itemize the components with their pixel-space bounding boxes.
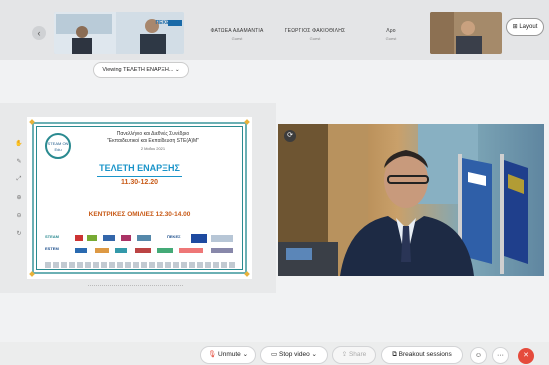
ceremony-title: ΤΕΛΕΤΗ ΕΝΑΡΞΗΣ xyxy=(99,163,180,173)
fine-print xyxy=(45,262,235,268)
stop-video-label: Stop video xyxy=(278,351,310,358)
video-thumbnail xyxy=(430,12,502,54)
participant-status: Guest xyxy=(309,36,321,41)
chevron-left-icon[interactable]: ‹ xyxy=(32,26,46,40)
corner-ornament xyxy=(244,271,250,277)
reactions-button[interactable]: ☺ xyxy=(470,347,487,364)
rotate-icon[interactable]: ↻ xyxy=(15,230,23,238)
viewing-label: Viewing ΤΕΛΕΤΗ ΕΝΑΡΞΗ... xyxy=(102,67,174,73)
zoom-in-icon[interactable]: ⊕ xyxy=(15,194,23,202)
layout-icon: ⊞ xyxy=(512,24,518,30)
share-label: Share xyxy=(348,351,367,358)
sponsor-logos: STEAM ΠΕΚΕΣ ESTEM xyxy=(45,234,235,260)
layout-button[interactable]: ⊞ Layout xyxy=(506,18,544,36)
record-icon[interactable]: ⟳ xyxy=(284,130,296,142)
participant-name: ΦΑΤΩΕΑ ΑΔΑΜΑΝΤΙΑ xyxy=(210,28,264,34)
breakout-sessions-button[interactable]: ⧉ Breakout sessions xyxy=(381,346,463,364)
participant-status: Guest xyxy=(385,36,397,41)
breakout-label: Breakout sessions xyxy=(398,351,452,358)
breakout-icon: ⧉ xyxy=(392,351,397,358)
conference-heading: Πανελλήνιο και Διεθνές Συνέδριο "Εκπαιδε… xyxy=(73,131,233,152)
share-button[interactable]: ⇪ Share xyxy=(332,346,376,364)
presentation-slide: STEAM ON Edu Πανελλήνιο και Διεθνές Συνέ… xyxy=(27,117,252,279)
logo-strip-graphics xyxy=(75,235,233,253)
steam-logo: STEAM ON Edu xyxy=(45,133,71,159)
participant-tile[interactable]: ΦΑΤΩΕΑ ΑΔΑΜΑΝΤΙΑ Guest xyxy=(204,14,270,52)
annotation-toolbar: ✋ ✎ ⤢ ⊕ ⊖ ↻ xyxy=(15,140,25,248)
conference-line-1: Πανελλήνιο και Διεθνές Συνέδριο xyxy=(116,131,190,137)
chevron-down-icon: ⌄ xyxy=(174,67,180,73)
conference-line-2: "Εκπαιδευτικοί και Εκπαίδευση STE(A)M" xyxy=(107,138,199,144)
keynote-title: ΚΕΝΤΡΙΚΕΣ ΟΜΙΛΙΕΣ 12.30-14.00 xyxy=(88,211,191,218)
speaker-video: ⟳ xyxy=(278,124,544,276)
zoom-out-icon[interactable]: ⊖ xyxy=(15,212,23,220)
unmute-button[interactable]: 🎙 Unmute ⌄ xyxy=(200,346,256,364)
leave-meeting-button[interactable]: ✕ xyxy=(518,348,534,364)
viewing-share-dropdown[interactable]: Viewing ΤΕΛΕΤΗ ΕΝΑΡΞΗ... ⌄ xyxy=(93,62,189,78)
more-options-button[interactable]: ··· xyxy=(492,347,509,364)
layout-label: Layout xyxy=(519,24,538,30)
slide-scroll-indicator xyxy=(88,285,183,289)
speaker-video-frame xyxy=(278,124,528,276)
camera-icon: ▭ xyxy=(271,351,278,358)
chevron-down-icon: ⌄ xyxy=(242,351,249,358)
participant-name: Λρο xyxy=(386,28,396,34)
stop-video-button[interactable]: ▭ Stop video ⌄ xyxy=(260,346,328,364)
close-icon: ✕ xyxy=(523,352,529,359)
unmute-label: Unmute xyxy=(218,351,241,358)
conference-date: 2 Μαΐου 2021 xyxy=(140,146,166,151)
more-icon: ··· xyxy=(497,352,504,359)
participant-name: ΓΕΩΡΓΙΟΣ ΦΑΚΙΟΘΙΛΗΣ xyxy=(284,28,346,34)
participant-thumbnail-video[interactable] xyxy=(430,12,502,54)
ceremony-time: 11.30-12.20 xyxy=(121,179,158,186)
smiley-icon: ☺ xyxy=(474,352,483,359)
title-underline xyxy=(97,176,182,177)
video-thumbnail xyxy=(54,12,184,54)
hand-icon[interactable]: ✋ xyxy=(15,140,23,148)
participant-thumbnail-video[interactable]: ΠΕΚΕΣ xyxy=(54,12,184,54)
fit-icon[interactable]: ⤢ xyxy=(15,176,23,184)
thumbnail-label: ΠΕΚΕΣ xyxy=(155,20,173,26)
participant-status: Guest xyxy=(231,36,243,41)
participant-tile[interactable]: ΓΕΩΡΓΙΟΣ ΦΑΚΙΟΘΙΛΗΣ Guest xyxy=(282,14,348,52)
share-icon: ⇪ xyxy=(341,351,348,358)
pen-icon[interactable]: ✎ xyxy=(15,158,23,166)
chevron-down-icon: ⌄ xyxy=(311,351,317,358)
participant-tile[interactable]: Λρο Guest xyxy=(358,14,424,52)
microphone-muted-icon: 🎙 xyxy=(207,351,217,358)
